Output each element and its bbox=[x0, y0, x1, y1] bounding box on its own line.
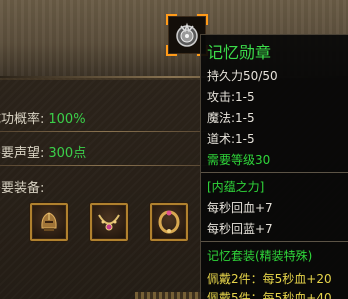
tooltip-separator bbox=[201, 241, 348, 242]
bracelet-icon bbox=[158, 210, 180, 234]
equipment-slot-necklace[interactable] bbox=[90, 203, 128, 241]
reputation-value: 300点 bbox=[48, 146, 87, 161]
tooltip-separator bbox=[201, 172, 348, 173]
helmet-icon bbox=[41, 212, 57, 231]
tooltip-durability: 持久力50/50 bbox=[207, 69, 278, 83]
panel-ornament bbox=[135, 292, 205, 299]
tooltip-attack: 攻击:1-5 bbox=[207, 90, 255, 104]
success-rate-row: 成功概率:100% bbox=[0, 108, 86, 127]
equipment-slot-helmet[interactable] bbox=[30, 203, 68, 241]
tooltip-mp-regen: 每秒回蓝+7 bbox=[207, 222, 273, 236]
tooltip-set-name: 记忆套装(精装特殊) bbox=[207, 249, 313, 263]
tooltip-taoism: 道术:1-5 bbox=[207, 132, 255, 146]
item-tooltip: 记忆勋章 持久力50/50 攻击:1-5 魔法:1-5 道术:1-5 需要等级3… bbox=[200, 34, 348, 299]
tooltip-hp-regen: 每秒回血+7 bbox=[207, 201, 273, 215]
tooltip-set-bonus-5: 佩戴5件：每5秒血+40 bbox=[207, 291, 332, 299]
medal-icon bbox=[176, 22, 198, 47]
necklace-icon bbox=[98, 214, 120, 231]
tooltip-title: 记忆勋章 bbox=[207, 43, 272, 62]
success-rate-value: 100% bbox=[48, 112, 86, 127]
divider bbox=[0, 131, 210, 132]
reputation-label: 需要声望: bbox=[0, 146, 45, 161]
tooltip-inner-power-header: [内蕴之力] bbox=[207, 180, 265, 194]
reputation-row: 需要声望:300点 bbox=[0, 142, 86, 161]
tooltip-set-bonus-2: 佩戴2件：每5秒血+20 bbox=[207, 272, 332, 286]
tooltip-magic: 魔法:1-5 bbox=[207, 111, 255, 125]
screen: 成功概率:100% 需要声望:300点 需要装备: bbox=[0, 0, 348, 299]
tooltip-required-level: 需要等级30 bbox=[207, 153, 271, 167]
success-rate-label: 成功概率: bbox=[0, 112, 45, 127]
equipment-row: 需要装备: bbox=[0, 177, 44, 196]
equipment-slot-bracelet[interactable] bbox=[150, 203, 188, 241]
equipment-label: 需要装备: bbox=[0, 181, 45, 196]
divider bbox=[0, 165, 210, 166]
